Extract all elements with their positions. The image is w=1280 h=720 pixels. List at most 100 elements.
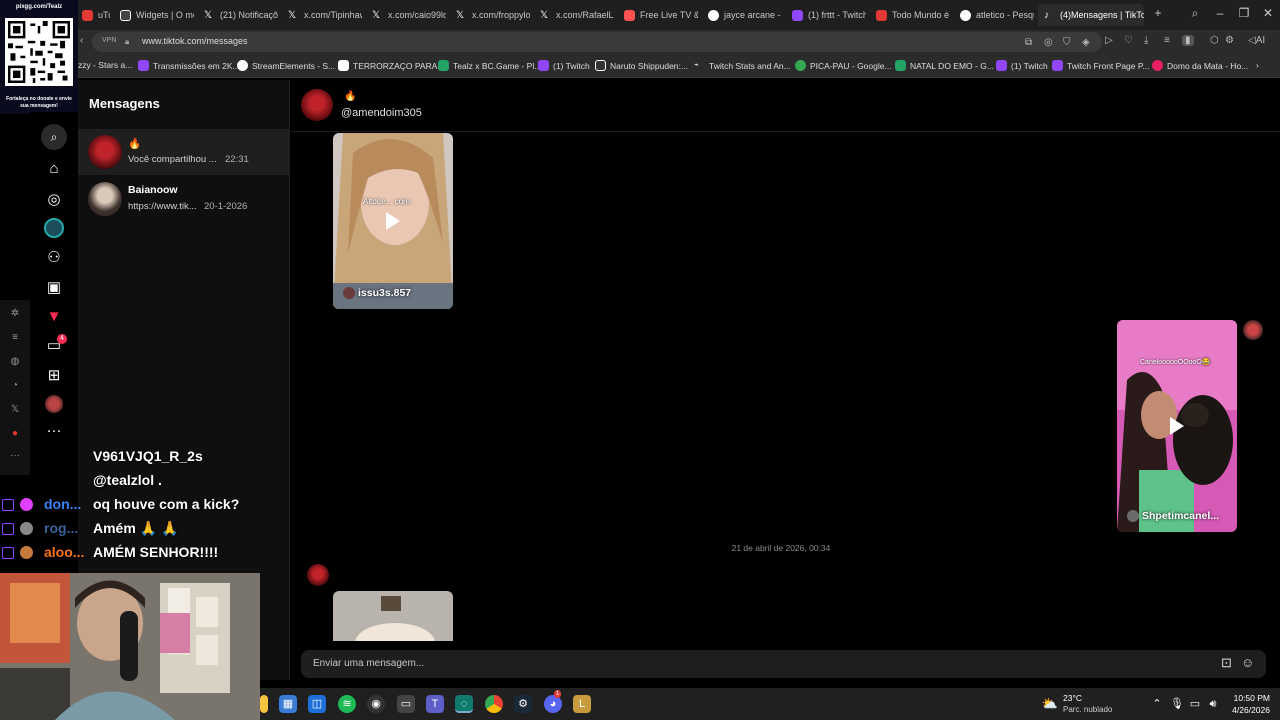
apps-icon[interactable]: ✲ bbox=[0, 308, 30, 319]
display-icon[interactable]: ▭ bbox=[1186, 695, 1204, 713]
league-icon[interactable]: L bbox=[573, 695, 591, 713]
conversation-username[interactable]: @amendoim305 bbox=[341, 107, 422, 119]
bookmark-item[interactable]: TERRORZAÇO PARA... bbox=[338, 60, 444, 71]
bookmark-item[interactable]: ⌁Twitch Stats and An... bbox=[694, 60, 791, 71]
discord-icon[interactable]: ◕ 1 bbox=[544, 695, 562, 713]
home-icon[interactable]: ⌂ bbox=[30, 160, 78, 177]
browser-tab[interactable]: 𝕏x.com/caio99lo bbox=[366, 4, 446, 26]
conversation-item[interactable]: Baianoow https://www.tik... 20-1-2026 bbox=[78, 176, 290, 222]
conversation-preview: https://www.tik... bbox=[128, 201, 197, 212]
profile-icon[interactable]: ▮ bbox=[1182, 35, 1194, 46]
bookmark-item[interactable]: (1) Twitch bbox=[538, 60, 590, 71]
play-icon[interactable] bbox=[1170, 417, 1184, 435]
browser-tab[interactable]: Free Live TV & bbox=[618, 4, 698, 26]
browser-tab[interactable]: jayce arcane - P bbox=[702, 4, 782, 26]
share-icon[interactable]: ⧉ bbox=[1025, 37, 1032, 48]
outlook-icon[interactable]: ◫ bbox=[308, 695, 326, 713]
weather-temperature[interactable]: 23°C bbox=[1063, 693, 1082, 703]
following-icon[interactable]: ⚇ bbox=[30, 248, 78, 266]
bookmark-item[interactable]: Domo da Mata - Ho... bbox=[1152, 60, 1248, 71]
browser-tab[interactable]: Todo Mundo é bbox=[870, 4, 950, 26]
close-icon[interactable]: ✕ bbox=[1258, 6, 1278, 20]
browser-tab[interactable]: 𝕏(21) Notificaçõ bbox=[198, 4, 278, 26]
emoji-icon[interactable]: ☺ bbox=[1241, 655, 1254, 670]
steam-icon[interactable]: ⚙ bbox=[514, 695, 532, 713]
file-explorer-icon[interactable] bbox=[260, 695, 268, 713]
maximize-icon[interactable]: ❐ bbox=[1234, 6, 1254, 20]
messages-button[interactable]: ▭ 4 bbox=[30, 336, 78, 354]
whatsapp-icon[interactable]: ◔ bbox=[0, 380, 30, 391]
new-tab-button[interactable]: + bbox=[1148, 6, 1168, 20]
x-icon[interactable]: 𝕏 bbox=[0, 404, 30, 415]
messenger-icon[interactable]: ◍ bbox=[0, 356, 30, 367]
microphone-icon[interactable]: 🎙︎ bbox=[1168, 695, 1186, 713]
shared-video-card[interactable]: CaneloooooOOooO😂 Shpetimcanel... bbox=[1117, 320, 1237, 532]
live-icon[interactable] bbox=[30, 218, 78, 242]
heart-icon[interactable]: ♡ bbox=[1124, 35, 1133, 46]
layers-icon[interactable]: ≡ bbox=[0, 332, 30, 343]
tv-icon[interactable]: ▣ bbox=[30, 278, 78, 296]
message-input[interactable]: Enviar uma mensagem... ⊡ ☺ bbox=[301, 650, 1266, 678]
store-icon[interactable]: ▦ bbox=[279, 695, 297, 713]
teams-icon[interactable]: T bbox=[426, 695, 444, 713]
chrome-icon[interactable] bbox=[485, 695, 503, 713]
play-icon[interactable] bbox=[386, 212, 400, 230]
download-icon[interactable]: ⤓ bbox=[1144, 35, 1148, 46]
search-button[interactable]: ⌕ bbox=[30, 124, 78, 150]
bookmark-item[interactable]: Transmissões em 2K... bbox=[138, 60, 240, 71]
url-bar[interactable]: VPN 🔒︎ www.tiktok.com/messages ⧉ ◎ ⛉ ◈ bbox=[92, 32, 1102, 52]
vpn-badge[interactable]: VPN bbox=[102, 37, 116, 44]
bookmark-item[interactable]: (1) Twitch bbox=[996, 60, 1048, 71]
browser-tab[interactable]: uTube bbox=[76, 4, 110, 26]
upload-icon[interactable]: ⊞ bbox=[30, 366, 78, 384]
bookmarks-more-icon[interactable]: › bbox=[1256, 60, 1259, 70]
browser-tab[interactable]: 𝕏x.com/Tipinhaw bbox=[282, 4, 362, 26]
shared-video-card[interactable] bbox=[333, 591, 453, 641]
browser-tab[interactable]: atletico - Pesqu bbox=[954, 4, 1034, 26]
browser-tab[interactable]: (1) frttt - Twitch bbox=[786, 4, 866, 26]
profile-avatar[interactable] bbox=[30, 395, 78, 417]
settings-icon[interactable]: ⚙ bbox=[1225, 35, 1234, 46]
avatar[interactable] bbox=[301, 89, 333, 121]
inbox-icon[interactable]: ▼ bbox=[30, 308, 78, 325]
wallet-icon[interactable]: ◈ bbox=[1082, 37, 1090, 48]
weather-icon[interactable]: ⛅ bbox=[1041, 695, 1059, 713]
bookmark-item[interactable]: NATAL DO EMO - G... bbox=[895, 60, 994, 71]
bookmark-item[interactable]: StreamElements - S... bbox=[237, 60, 335, 71]
lock-icon[interactable]: 🔒︎ bbox=[125, 37, 129, 47]
shield-icon[interactable]: ⛉ bbox=[1063, 37, 1071, 48]
reload-icon[interactable]: ‹ bbox=[80, 35, 83, 46]
weather-description[interactable]: Parc. nublado bbox=[1063, 705, 1112, 714]
bookmark-item[interactable]: Twitch Front Page P... bbox=[1052, 60, 1150, 71]
play-icon[interactable]: ▷ bbox=[1105, 35, 1113, 46]
bookmark-item[interactable]: zzy - Stars a... bbox=[78, 60, 132, 70]
conversation-view: 🔥 @amendoim305 AltoLe... core issu3s.857… bbox=[291, 80, 1280, 680]
spotify-icon[interactable]: ≋ bbox=[338, 695, 356, 713]
browser-tab-active[interactable]: ♪(4)Mensagens | TikTok bbox=[1038, 4, 1144, 26]
bookmark-item[interactable]: PICA-PAU - Google... bbox=[795, 60, 892, 71]
chevron-up-icon[interactable]: ⌃ bbox=[1148, 695, 1166, 713]
chatgpt-icon[interactable]: ◌ bbox=[455, 695, 473, 713]
conversation-item[interactable]: 🔥 Você compartilhou ... 22:31 bbox=[78, 129, 290, 175]
obs-icon[interactable]: ◉ bbox=[367, 695, 385, 713]
app-icon[interactable]: ▭ bbox=[397, 695, 415, 713]
browser-tab[interactable]: 𝕏x.com/froppylol bbox=[450, 4, 530, 26]
url-text[interactable]: www.tiktok.com/messages bbox=[142, 36, 248, 46]
explore-icon[interactable]: ◎ bbox=[30, 190, 78, 208]
shared-video-card[interactable]: AltoLe... core issu3s.857 bbox=[333, 133, 453, 309]
image-upload-icon[interactable]: ⊡ bbox=[1221, 655, 1232, 671]
browser-tab[interactable]: Widgets | O me bbox=[114, 4, 194, 26]
bookmark-item[interactable]: Naruto Shippuden:... bbox=[595, 60, 688, 71]
conversation-header: 🔥 @amendoim305 bbox=[291, 80, 1280, 132]
search-tabs-icon[interactable]: ⌕ bbox=[1185, 6, 1205, 21]
bookmark-item[interactable]: Tealz x BC.Game - Pl... bbox=[438, 60, 541, 71]
user-badge-icon bbox=[20, 522, 33, 535]
browser-tab[interactable]: 𝕏x.com/RafaelLu bbox=[534, 4, 614, 26]
clock-date[interactable]: 4/26/2026 bbox=[1220, 705, 1270, 715]
minimize-icon[interactable]: – bbox=[1210, 6, 1230, 20]
menu-icon[interactable]: ≡ bbox=[1164, 35, 1170, 46]
clock-time[interactable]: 10:50 PM bbox=[1220, 693, 1270, 703]
camera-icon[interactable]: ◎ bbox=[1044, 37, 1053, 48]
extension-icon[interactable]: ⬡ bbox=[1210, 35, 1219, 46]
ai-button[interactable]: ◁AI bbox=[1248, 35, 1265, 46]
